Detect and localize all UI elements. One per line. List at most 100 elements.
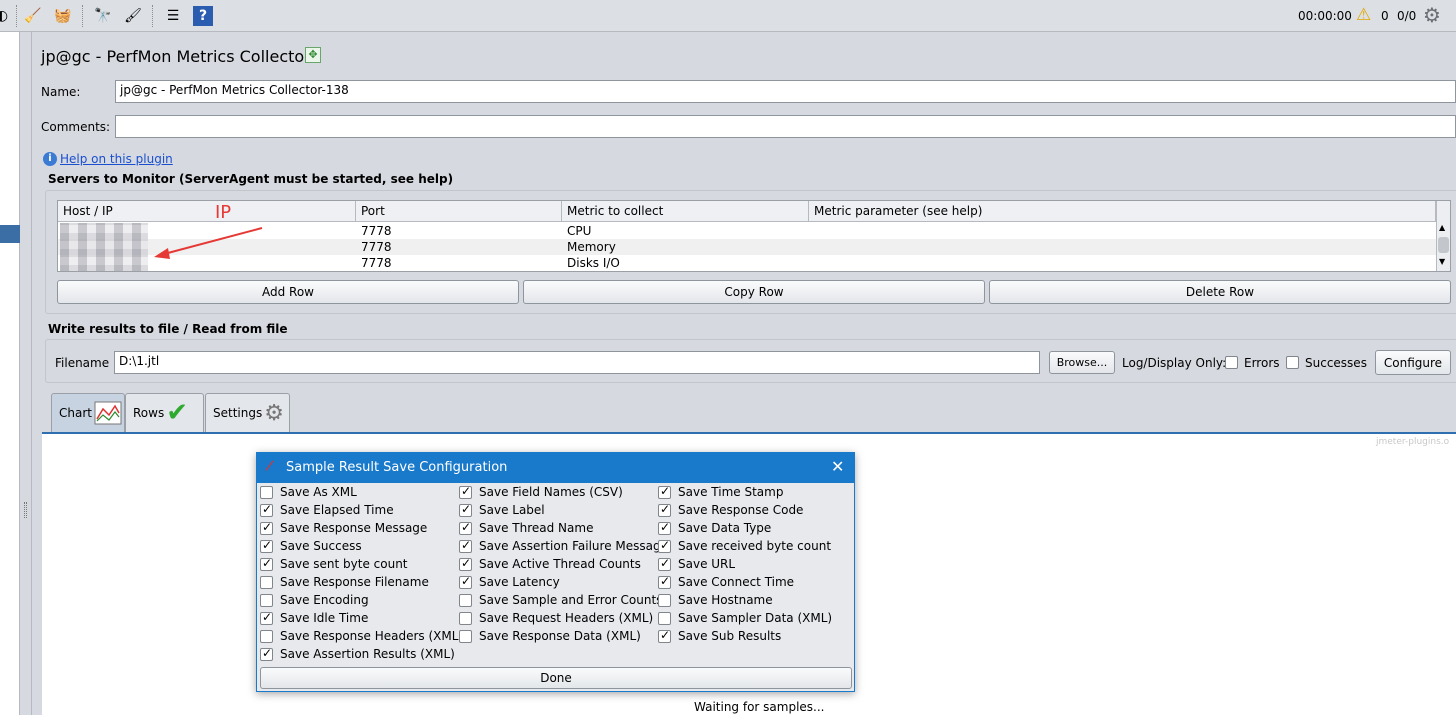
save-config-dialog: / Sample Result Save Configuration ✕ Sav… xyxy=(256,452,855,692)
option-checkbox[interactable] xyxy=(260,576,273,589)
column-header-param[interactable]: Metric parameter (see help) xyxy=(809,201,1436,222)
option-checkbox[interactable] xyxy=(260,520,273,535)
binoculars-icon[interactable]: 🔭 xyxy=(93,6,113,26)
column-header-port[interactable]: Port xyxy=(356,201,562,222)
option-checkbox[interactable] xyxy=(260,486,273,499)
splitter-handle[interactable] xyxy=(24,502,27,518)
option-checkbox[interactable] xyxy=(459,594,472,607)
option-checkbox[interactable] xyxy=(658,574,671,589)
comments-field[interactable] xyxy=(115,115,1456,138)
option-label: Save Request Headers (XML) xyxy=(479,611,654,625)
settings-gear-icon: ⚙ xyxy=(264,400,284,426)
broom-icon[interactable]: 🧹 xyxy=(23,6,43,26)
option-label: Save received byte count xyxy=(678,539,832,553)
port-cell[interactable]: 7778 xyxy=(361,256,392,270)
option-checkbox[interactable] xyxy=(260,630,273,643)
done-button[interactable]: Done xyxy=(260,667,852,689)
broom-all-icon[interactable]: 🧺 xyxy=(53,6,73,26)
partial-icon[interactable]: ◐ xyxy=(0,6,12,26)
servers-section-title: Servers to Monitor (ServerAgent must be … xyxy=(48,172,454,186)
name-field[interactable]: jp@gc - PerfMon Metrics Collector-138 xyxy=(115,80,1456,103)
tree-selected-item[interactable] xyxy=(0,225,20,243)
tab-rows[interactable]: Rows ✔ xyxy=(125,393,204,432)
tab-chart[interactable]: Chart xyxy=(51,393,125,432)
annotation-arrow-icon xyxy=(154,227,263,259)
option-label: Save Thread Name xyxy=(479,521,594,535)
redacted-host-block xyxy=(60,223,148,271)
expand-icon[interactable]: ✥ xyxy=(305,47,321,63)
name-label: Name: xyxy=(41,85,81,99)
tree-panel[interactable] xyxy=(0,32,20,715)
warning-icon[interactable]: ⚠ xyxy=(1356,5,1371,25)
add-row-button[interactable]: Add Row xyxy=(57,280,519,304)
metric-cell[interactable]: CPU xyxy=(567,224,591,238)
gear-icon[interactable]: ⚙ xyxy=(1423,3,1441,27)
option-label: Save Encoding xyxy=(280,593,369,607)
option-checkbox[interactable] xyxy=(658,556,671,571)
option-checkbox[interactable] xyxy=(658,612,671,625)
option-checkbox[interactable] xyxy=(260,556,273,571)
metric-cell[interactable]: Memory xyxy=(567,240,616,254)
option-label: Save Assertion Results (XML) xyxy=(280,647,455,661)
option-checkbox[interactable] xyxy=(260,538,273,553)
port-cell[interactable]: 7778 xyxy=(361,224,392,238)
option-checkbox[interactable] xyxy=(260,594,273,607)
option-label: Save Latency xyxy=(479,575,560,589)
option-checkbox[interactable] xyxy=(459,520,472,535)
option-checkbox[interactable] xyxy=(459,484,472,499)
status-text: Waiting for samples... xyxy=(694,700,825,714)
option-label: Save Response Filename xyxy=(280,575,429,589)
option-checkbox[interactable] xyxy=(459,556,472,571)
errors-checkbox[interactable] xyxy=(1225,356,1238,369)
successes-checkbox[interactable] xyxy=(1286,356,1299,369)
option-checkbox[interactable] xyxy=(658,520,671,535)
browse-button[interactable]: Browse... xyxy=(1049,351,1115,374)
option-checkbox[interactable] xyxy=(658,502,671,517)
configure-button[interactable]: Configure xyxy=(1375,350,1451,375)
chart-icon xyxy=(94,401,122,425)
metric-cell[interactable]: Disks I/O xyxy=(567,256,620,270)
tab-settings[interactable]: Settings ⚙ xyxy=(205,393,290,432)
file-section-title: Write results to file / Read from file xyxy=(48,322,288,336)
scroll-thumb[interactable] xyxy=(1438,237,1449,253)
filename-label: Filename xyxy=(55,356,110,370)
option-checkbox[interactable] xyxy=(459,630,472,643)
clear-icon[interactable]: 🖌 xyxy=(123,6,143,26)
option-checkbox[interactable] xyxy=(658,538,671,553)
option-checkbox[interactable] xyxy=(459,502,472,517)
option-label: Save Active Thread Counts xyxy=(479,557,641,571)
option-label: Save Response Message xyxy=(280,521,428,535)
filename-field[interactable]: D:\1.jtl xyxy=(114,351,1040,374)
option-label: Save Time Stamp xyxy=(678,485,784,499)
option-checkbox[interactable] xyxy=(260,610,273,625)
option-checkbox[interactable] xyxy=(658,628,671,643)
option-checkbox[interactable] xyxy=(459,538,472,553)
function-icon[interactable]: ☰ xyxy=(163,6,183,26)
column-header-host[interactable]: Host / IP xyxy=(58,201,356,222)
option-label: Save Field Names (CSV) xyxy=(479,485,623,499)
option-label: Save Hostname xyxy=(678,593,773,607)
option-label: Save Assertion Failure Message xyxy=(479,539,668,553)
scroll-up-icon[interactable]: ▲ xyxy=(1439,223,1445,232)
scroll-down-icon[interactable]: ▼ xyxy=(1439,257,1445,266)
copy-row-button[interactable]: Copy Row xyxy=(523,280,985,304)
help-link[interactable]: Help on this plugin xyxy=(60,152,173,166)
option-label: Save Response Headers (XML) xyxy=(280,629,464,643)
splitter[interactable] xyxy=(20,32,32,715)
column-header-metric[interactable]: Metric to collect xyxy=(562,201,809,222)
errors-label: Errors xyxy=(1244,356,1280,370)
option-checkbox[interactable] xyxy=(260,502,273,517)
dialog-titlebar[interactable]: / Sample Result Save Configuration ✕ xyxy=(257,453,854,483)
option-checkbox[interactable] xyxy=(658,594,671,607)
tab-settings-label: Settings xyxy=(213,406,263,420)
close-icon[interactable]: ✕ xyxy=(831,457,844,476)
help-icon[interactable]: ? xyxy=(193,6,213,26)
port-cell[interactable]: 7778 xyxy=(361,240,392,254)
servers-table[interactable]: Host / IP Port Metric to collect Metric … xyxy=(57,200,1451,272)
option-checkbox[interactable] xyxy=(658,484,671,499)
delete-row-button[interactable]: Delete Row xyxy=(989,280,1451,304)
option-checkbox[interactable] xyxy=(459,574,472,589)
table-scrollbar[interactable]: ▲ ▼ xyxy=(1436,201,1450,271)
option-checkbox[interactable] xyxy=(459,612,472,625)
option-checkbox[interactable] xyxy=(260,646,273,661)
